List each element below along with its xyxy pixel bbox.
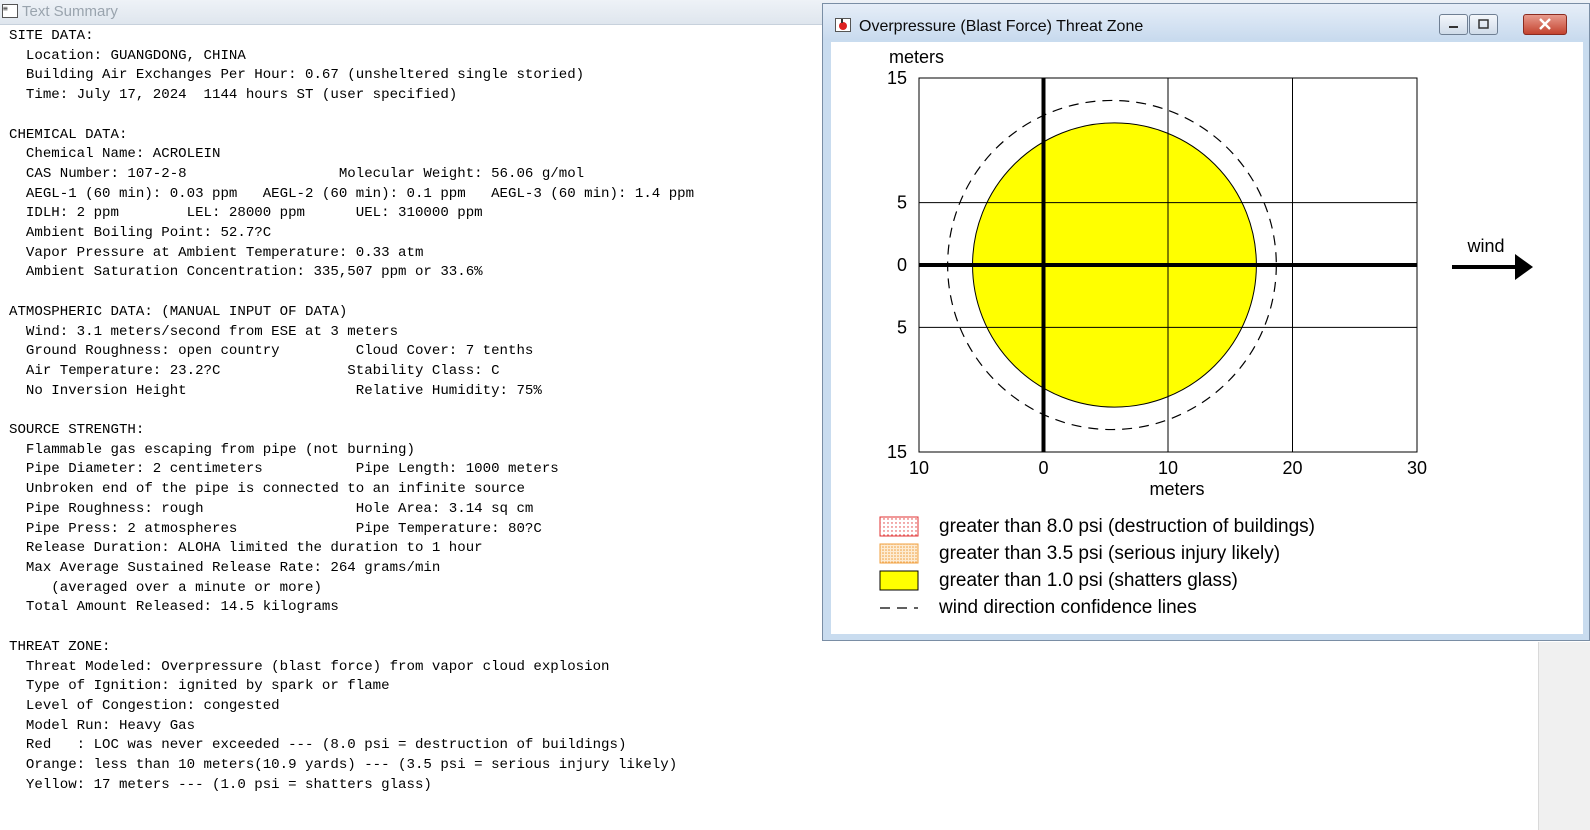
y-tick-label: 15 xyxy=(887,442,907,462)
summary-line: Ambient Boiling Point: 52.7?C xyxy=(9,225,272,242)
legend-swatch-red xyxy=(879,516,919,537)
aloha-app-icon xyxy=(835,18,851,32)
threat-zone-titlebar[interactable]: Overpressure (Blast Force) Threat Zone xyxy=(823,4,1589,40)
y-tick-label: 5 xyxy=(897,193,907,213)
summary-line: Ambient Saturation Concentration: 335,50… xyxy=(9,264,483,281)
y-tick-label: 5 xyxy=(897,317,907,337)
summary-line: Total Amount Released: 14.5 kilograms xyxy=(9,599,339,616)
summary-line: Pipe Diameter: 2 centimeters Pipe Length… xyxy=(9,461,559,478)
summary-line: CHEMICAL DATA: xyxy=(9,126,128,143)
legend-swatch-orange xyxy=(879,543,919,564)
summary-line: Pipe Roughness: rough Hole Area: 3.14 sq… xyxy=(9,500,534,517)
close-icon xyxy=(1539,18,1551,30)
summary-line: Level of Congestion: congested xyxy=(9,697,280,714)
threat-zone-plot: 10 0 10 20 30 15 5 0 5 15 meters meters wind grea… xyxy=(879,47,1533,618)
summary-line: Threat Modeled: Overpressure (blast forc… xyxy=(9,658,610,675)
threat-zone-window: Overpressure (Blast Force) Threat Zone 1… xyxy=(822,3,1590,641)
summary-line: Chemical Name: ACROLEIN xyxy=(9,146,221,163)
summary-line: Unbroken end of the pipe is connected to… xyxy=(9,481,525,498)
text-summary-title: Text Summary xyxy=(22,3,118,20)
legend-label: greater than 8.0 psi (destruction of bui… xyxy=(939,516,1315,537)
summary-line: Flammable gas escaping from pipe (not bu… xyxy=(9,441,415,458)
threat-zone-plot-area: 10 0 10 20 30 15 5 0 5 15 meters meters wind grea… xyxy=(831,42,1583,634)
minimize-button[interactable] xyxy=(1439,14,1468,35)
summary-line: Location: GUANGDONG, CHINA xyxy=(9,47,246,64)
summary-line: Pipe Press: 2 atmospheres Pipe Temperatu… xyxy=(9,520,542,537)
summary-line: Ground Roughness: open country Cloud Cov… xyxy=(9,343,534,360)
maximize-icon xyxy=(1478,19,1489,29)
summary-line: Release Duration: ALOHA limited the dura… xyxy=(9,540,483,557)
summary-line: Wind: 3.1 meters/second from ESE at 3 me… xyxy=(9,323,399,340)
x-tick-label: 10 xyxy=(909,458,929,478)
x-tick-label: 30 xyxy=(1407,458,1427,478)
y-tick-label: 0 xyxy=(897,255,907,275)
summary-line: Max Average Sustained Release Rate: 264 … xyxy=(9,559,441,576)
summary-line: IDLH: 2 ppm LEL: 28000 ppm UEL: 310000 p… xyxy=(9,205,483,222)
summary-line: Red : LOC was never exceeded --- (8.0 ps… xyxy=(9,737,627,754)
x-tick-label: 20 xyxy=(1282,458,1302,478)
threat-zone-title: Overpressure (Blast Force) Threat Zone xyxy=(859,18,1144,35)
summary-line: AEGL-1 (60 min): 0.03 ppm AEGL-2 (60 min… xyxy=(9,185,695,202)
legend-label: wind direction confidence lines xyxy=(938,597,1197,618)
wind-label: wind xyxy=(1466,236,1504,256)
x-tick-label: 10 xyxy=(1158,458,1178,478)
summary-line: ATMOSPHERIC DATA: (MANUAL INPUT OF DATA) xyxy=(9,303,348,320)
maximize-button[interactable] xyxy=(1469,14,1498,35)
summary-line: Type of Ignition: ignited by spark or fl… xyxy=(9,678,390,695)
summary-line: CAS Number: 107-2-8 Molecular Weight: 56… xyxy=(9,165,585,182)
summary-line: (averaged over a minute or more) xyxy=(9,579,322,596)
summary-line: SITE DATA: xyxy=(9,28,94,44)
wind-arrow-icon xyxy=(1452,254,1533,280)
scrollbar-track[interactable] xyxy=(1538,642,1590,830)
legend-swatch-yellow xyxy=(879,570,919,591)
summary-line: THREAT ZONE: xyxy=(9,638,111,655)
summary-line: Model Run: Heavy Gas xyxy=(9,717,196,734)
summary-line: Orange: less than 10 meters(10.9 yards) … xyxy=(9,757,678,774)
y-tick-label: 15 xyxy=(887,68,907,88)
summary-line: Time: July 17, 2024 1144 hours ST (user … xyxy=(9,87,458,104)
summary-line: SOURCE STRENGTH: xyxy=(9,422,145,439)
legend-label: greater than 3.5 psi (serious injury lik… xyxy=(939,543,1280,564)
minimize-icon xyxy=(1449,26,1458,28)
legend-label: greater than 1.0 psi (shatters glass) xyxy=(939,570,1238,591)
summary-line: Building Air Exchanges Per Hour: 0.67 (u… xyxy=(9,67,585,84)
text-summary-body: SITE DATA: Location: GUANGDONG, CHINA Bu… xyxy=(9,27,694,795)
x-tick-label: 0 xyxy=(1038,458,1048,478)
x-axis-unit-label: meters xyxy=(1149,479,1204,499)
text-document-icon: ≡ xyxy=(2,4,18,18)
summary-line: Vapor Pressure at Ambient Temperature: 0… xyxy=(9,244,424,261)
legend: greater than 8.0 psi (destruction of bui… xyxy=(879,516,1315,618)
summary-line: Yellow: 17 meters --- (1.0 psi = shatter… xyxy=(9,776,432,793)
y-axis-unit-label: meters xyxy=(889,47,944,67)
close-button[interactable] xyxy=(1523,14,1567,35)
summary-line: Air Temperature: 23.2?C Stability Class:… xyxy=(9,362,500,379)
summary-line: No Inversion Height Relative Humidity: 7… xyxy=(9,382,542,399)
